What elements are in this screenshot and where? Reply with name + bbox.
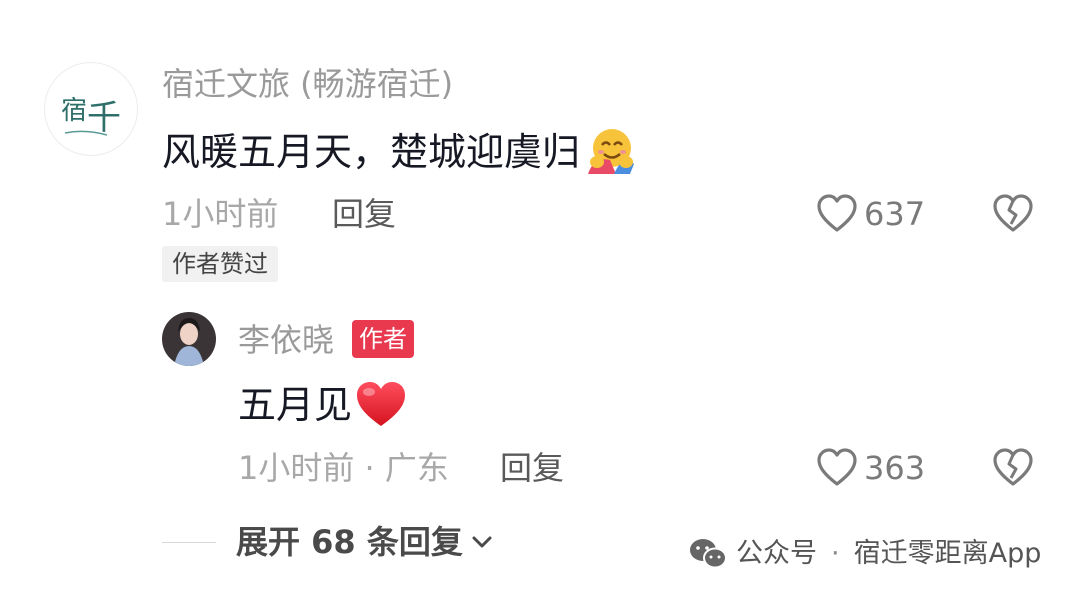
svg-text:宿: 宿 <box>61 96 87 125</box>
wechat-icon <box>690 539 727 569</box>
avatar[interactable]: 宿 千 <box>44 62 138 156</box>
red-heart-emoji-icon <box>354 380 408 430</box>
reply-button[interactable]: 回复 <box>332 194 396 234</box>
divider <box>162 542 216 543</box>
reply-username[interactable]: 李依晓 <box>238 320 334 360</box>
reply-avatar[interactable] <box>162 312 216 366</box>
dislike-button[interactable] <box>992 194 1034 238</box>
reply-like-button[interactable]: 363 <box>816 448 925 488</box>
broken-heart-icon <box>993 194 1033 232</box>
reply-like-count: 363 <box>864 449 926 487</box>
chevron-down-icon <box>472 536 492 548</box>
author-liked-badge: 作者赞过 <box>162 246 278 282</box>
watermark-account: 宿迁零距离App <box>853 538 1042 569</box>
avatar-logo-icon: 宿 千 <box>61 96 121 137</box>
reply-text: 五月见 <box>238 380 408 430</box>
user-photo-icon <box>162 312 216 366</box>
like-count: 637 <box>864 195 926 233</box>
comment-body: 风暖五月天，楚城迎虞归 <box>162 130 581 174</box>
watermark-separator: · <box>831 538 840 569</box>
comment-thread: 宿 千 宿迁文旅 (畅游宿迁) 风暖五月天，楚城迎虞归 1小时前 回复 637 … <box>0 0 1080 602</box>
reply-meta: 1小时前 · 广东 <box>238 449 449 487</box>
reply-dislike-button[interactable] <box>992 448 1034 492</box>
broken-heart-icon <box>993 448 1033 486</box>
reply-reply-button[interactable]: 回复 <box>500 448 564 488</box>
watermark: 公众号 · 宿迁零距离App <box>688 534 1041 574</box>
reply-body: 五月见 <box>238 383 353 427</box>
like-button[interactable]: 637 <box>816 194 925 234</box>
expand-replies-label: 展开 68 条回复 <box>236 523 463 561</box>
watermark-source: 公众号 <box>736 538 817 569</box>
heart-outline-icon <box>817 194 857 232</box>
expand-replies-button[interactable]: 展开 68 条回复 <box>236 522 493 562</box>
comment-text: 风暖五月天，楚城迎虞归 <box>162 126 636 178</box>
heart-outline-icon <box>817 448 857 486</box>
author-tag: 作者 <box>352 320 414 358</box>
hugging-face-emoji-icon <box>584 126 636 178</box>
comment-username[interactable]: 宿迁文旅 (畅游宿迁) <box>162 64 453 104</box>
comment-time: 1小时前 <box>162 195 279 233</box>
